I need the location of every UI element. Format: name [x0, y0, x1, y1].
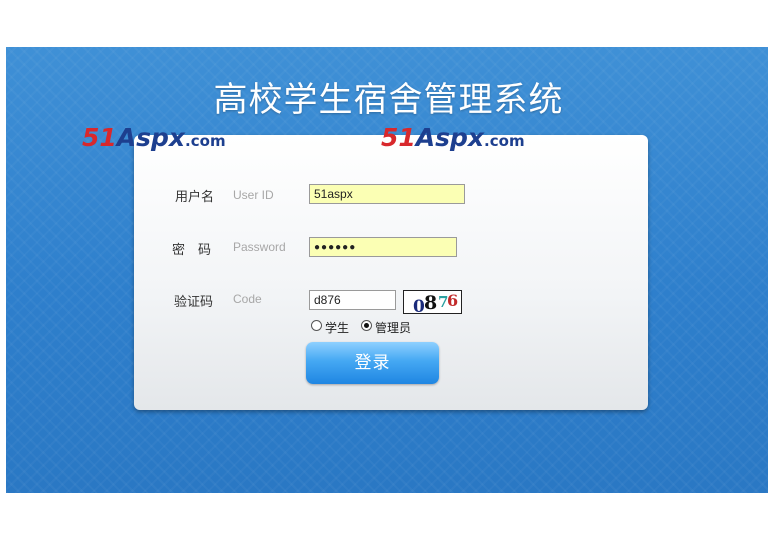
password-label: 密 码	[172, 243, 212, 258]
watermark-domain: .com	[185, 132, 226, 150]
captcha-char: 8	[424, 292, 438, 314]
role-admin-radio[interactable]	[361, 320, 372, 331]
code-sub-label: Code	[233, 292, 262, 306]
watermark-word: Aspx	[415, 123, 485, 152]
login-button[interactable]: 登录	[306, 342, 439, 384]
watermark-number: 51	[381, 123, 416, 152]
code-label: 验证码	[174, 295, 214, 310]
watermark-word: Aspx	[116, 123, 186, 152]
username-label: 用户名	[175, 190, 215, 205]
watermark-logo: 51Aspx.com	[381, 125, 525, 150]
watermark-number: 51	[82, 123, 117, 152]
password-sub-label: Password	[233, 240, 286, 254]
watermark-domain: .com	[484, 132, 525, 150]
watermark-logo: 51Aspx.com	[82, 125, 226, 150]
role-student-radio[interactable]	[311, 320, 322, 331]
code-input[interactable]: d876	[309, 290, 396, 310]
username-sub-label: User ID	[233, 188, 274, 202]
captcha-image[interactable]: 0 8 7 6	[403, 290, 462, 314]
role-student-label: 学生	[325, 321, 350, 335]
captcha-char: 6	[447, 291, 459, 310]
page-title: 高校学生宿舍管理系统	[213, 80, 564, 120]
role-admin-label: 管理员	[375, 321, 412, 335]
password-input[interactable]: ●●●●●●	[309, 237, 457, 257]
username-input[interactable]: 51aspx	[309, 184, 465, 204]
